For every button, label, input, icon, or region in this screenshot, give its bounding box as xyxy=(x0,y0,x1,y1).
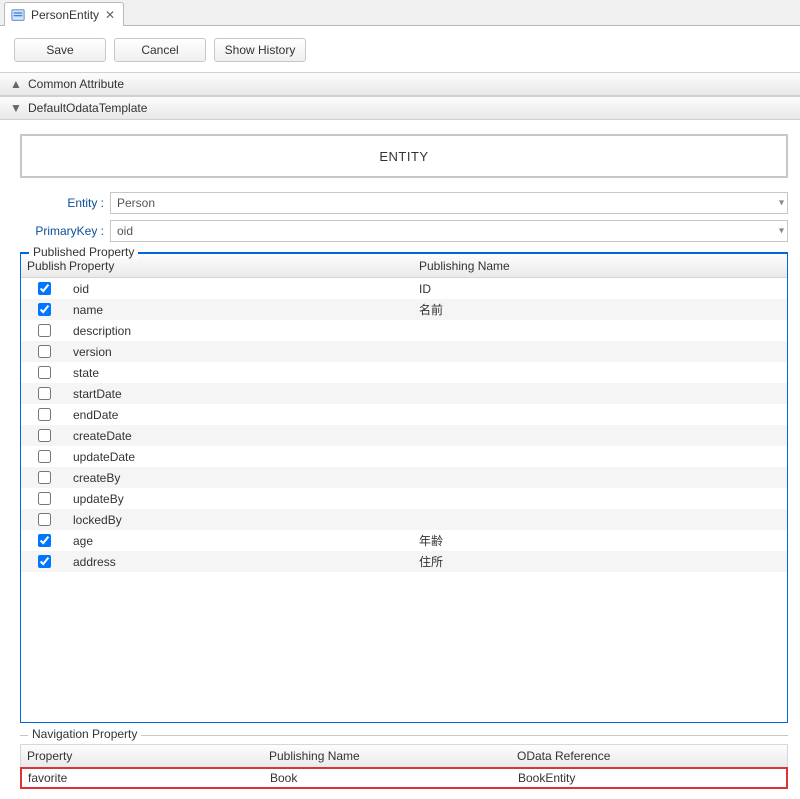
close-icon[interactable]: ✕ xyxy=(105,9,115,21)
tab-label: PersonEntity xyxy=(31,8,99,22)
publish-checkbox[interactable] xyxy=(38,345,51,358)
tab-bar: PersonEntity ✕ xyxy=(0,0,800,26)
tab-person-entity[interactable]: PersonEntity ✕ xyxy=(4,2,124,26)
cell-property: version xyxy=(67,345,419,359)
publish-checkbox[interactable] xyxy=(38,492,51,505)
publish-checkbox[interactable] xyxy=(38,429,51,442)
cancel-button[interactable]: Cancel xyxy=(114,38,206,62)
cell-property: createBy xyxy=(67,471,419,485)
col-odata-reference: OData Reference xyxy=(517,749,787,763)
publish-checkbox[interactable] xyxy=(38,324,51,337)
primarykey-select[interactable] xyxy=(110,220,788,242)
cell-property: oid xyxy=(67,282,419,296)
cell-publishing-name: Book xyxy=(270,771,518,785)
col-publishing-name: Publishing Name xyxy=(269,749,517,763)
table-row[interactable]: endDate xyxy=(21,404,787,425)
cell-property: createDate xyxy=(67,429,419,443)
table-row[interactable]: name名前 xyxy=(21,299,787,320)
cell-publishing-name: ID xyxy=(419,282,787,296)
cell-property: endDate xyxy=(67,408,419,422)
table-row[interactable]: oidID xyxy=(21,278,787,299)
table-row[interactable]: createDate xyxy=(21,425,787,446)
table-row[interactable]: description xyxy=(21,320,787,341)
section-default-odata-template[interactable]: ▼ DefaultOdataTemplate xyxy=(0,96,800,120)
cell-publishing-name: 年齢 xyxy=(419,532,787,549)
entity-box-label: ENTITY xyxy=(379,149,428,164)
navigation-row[interactable]: favoriteBookBookEntity xyxy=(20,767,788,789)
publish-checkbox[interactable] xyxy=(38,534,51,547)
save-button[interactable]: Save xyxy=(14,38,106,62)
publish-checkbox[interactable] xyxy=(38,555,51,568)
col-property: Property xyxy=(21,749,269,763)
navigation-property-group: Navigation Property Property Publishing … xyxy=(20,735,788,789)
col-property: Property xyxy=(67,259,419,273)
grid-filler xyxy=(21,572,787,722)
navigation-header: Property Publishing Name OData Reference xyxy=(20,744,788,768)
show-history-button[interactable]: Show History xyxy=(214,38,306,62)
publish-checkbox[interactable] xyxy=(38,366,51,379)
publish-checkbox[interactable] xyxy=(38,471,51,484)
publish-checkbox[interactable] xyxy=(38,408,51,421)
cell-property: updateBy xyxy=(67,492,419,506)
published-property-group: Published Property Publish Property Publ… xyxy=(20,252,788,723)
table-row[interactable]: createBy xyxy=(21,467,787,488)
table-row[interactable]: age年齢 xyxy=(21,530,787,551)
primarykey-label: PrimaryKey : xyxy=(20,224,110,238)
cell-property: description xyxy=(67,324,419,338)
cell-property: name xyxy=(67,303,419,317)
table-row[interactable]: version xyxy=(21,341,787,362)
table-row[interactable]: updateBy xyxy=(21,488,787,509)
table-row[interactable]: updateDate xyxy=(21,446,787,467)
cell-publishing-name: 住所 xyxy=(419,553,787,570)
cell-property: age xyxy=(67,534,419,548)
publish-checkbox[interactable] xyxy=(38,282,51,295)
cell-property: state xyxy=(67,366,419,380)
col-publish: Publish xyxy=(21,259,67,273)
table-row[interactable]: startDate xyxy=(21,383,787,404)
cell-odata-reference: BookEntity xyxy=(518,771,786,785)
section-title: Common Attribute xyxy=(28,77,124,91)
table-row[interactable]: state xyxy=(21,362,787,383)
template-content: ENTITY Entity : ▾ PrimaryKey : ▾ Publish… xyxy=(0,120,800,799)
navigation-property-legend: Navigation Property xyxy=(28,727,141,741)
col-publishing-name: Publishing Name xyxy=(419,259,787,273)
chevron-up-icon: ▲ xyxy=(10,77,20,91)
publish-checkbox[interactable] xyxy=(38,303,51,316)
publish-checkbox[interactable] xyxy=(38,513,51,526)
published-property-legend: Published Property xyxy=(29,245,138,259)
cell-property: startDate xyxy=(67,387,419,401)
table-row[interactable]: lockedBy xyxy=(21,509,787,530)
chevron-down-icon: ▼ xyxy=(10,101,20,115)
cell-property: lockedBy xyxy=(67,513,419,527)
section-common-attribute[interactable]: ▲ Common Attribute xyxy=(0,72,800,96)
cell-property: favorite xyxy=(22,771,270,785)
toolbar: Save Cancel Show History xyxy=(0,26,800,72)
cell-property: address xyxy=(67,555,419,569)
entity-label: Entity : xyxy=(20,196,110,210)
publish-checkbox[interactable] xyxy=(38,387,51,400)
cell-property: updateDate xyxy=(67,450,419,464)
entity-select[interactable] xyxy=(110,192,788,214)
cell-publishing-name: 名前 xyxy=(419,301,787,318)
entity-box: ENTITY xyxy=(20,134,788,178)
publish-checkbox[interactable] xyxy=(38,450,51,463)
table-row[interactable]: address住所 xyxy=(21,551,787,572)
entity-icon xyxy=(11,8,25,22)
section-title: DefaultOdataTemplate xyxy=(28,101,147,115)
